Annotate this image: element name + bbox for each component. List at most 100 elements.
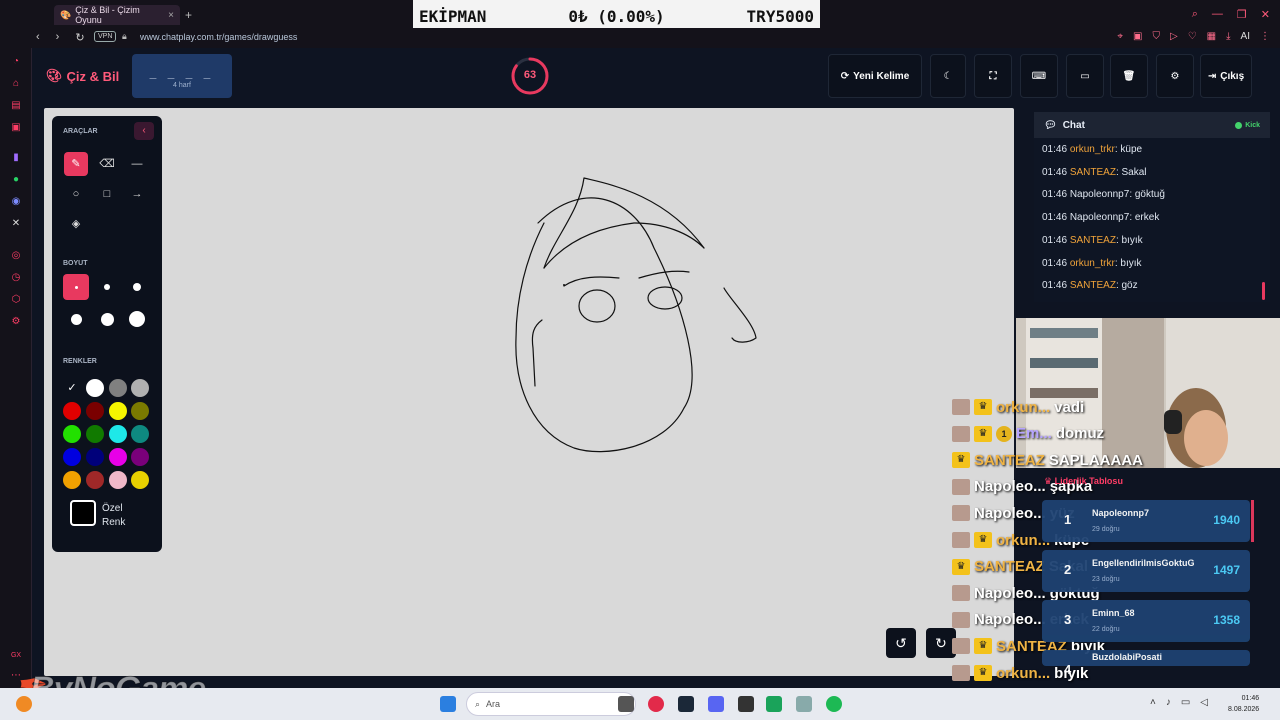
size-option-2[interactable] xyxy=(94,274,120,300)
archive-button[interactable]: ▭ xyxy=(1066,54,1104,98)
app-logo[interactable]: 🎨︎ Çiz & Bil xyxy=(46,68,119,84)
color-swatch[interactable] xyxy=(63,425,81,443)
history-icon[interactable]: ◔ xyxy=(10,56,22,68)
minimize-icon[interactable]: — xyxy=(1212,8,1223,21)
circle-tool[interactable]: ○ xyxy=(64,182,88,206)
size-option-1[interactable] xyxy=(63,274,89,300)
pin-icon[interactable]: ⌖ xyxy=(1117,31,1123,42)
brush-tool[interactable]: ✎ xyxy=(64,152,88,176)
new-word-button[interactable]: ⟳ Yeni Kelime xyxy=(828,54,922,98)
app-icon[interactable] xyxy=(766,696,782,712)
message-user[interactable]: SANTEAZ xyxy=(1070,235,1116,246)
spotify-icon[interactable] xyxy=(826,696,842,712)
mic-icon[interactable]: ♪ xyxy=(1166,697,1171,708)
chevron-up-icon[interactable]: ˄ xyxy=(1150,697,1156,708)
taskbar-search[interactable]: ⌕ Ara xyxy=(466,692,636,716)
weather-icon[interactable] xyxy=(16,696,32,712)
opera-gx-icon[interactable] xyxy=(648,696,664,712)
color-swatch[interactable] xyxy=(109,471,127,489)
color-swatch[interactable] xyxy=(63,402,81,420)
eraser-tool[interactable]: ⌫ xyxy=(95,152,119,176)
clock-icon[interactable]: ◷ xyxy=(10,272,22,284)
exit-button[interactable]: ⇥ Çıkış xyxy=(1200,54,1252,98)
message-user[interactable]: SANTEAZ xyxy=(1070,167,1116,178)
color-swatch[interactable] xyxy=(109,425,127,443)
message-user[interactable]: orkun_trkr xyxy=(1070,258,1115,269)
size-option-6[interactable] xyxy=(124,306,150,332)
color-swatch[interactable] xyxy=(63,471,81,489)
menu-icon[interactable]: ⋮ xyxy=(1260,31,1270,42)
color-swatch[interactable] xyxy=(109,448,127,466)
message-user[interactable]: Napoleonnp7 xyxy=(1070,212,1130,223)
fullscreen-button[interactable]: ⛶ xyxy=(974,54,1012,98)
settings-icon[interactable]: ⚙ xyxy=(10,316,22,328)
color-swatch[interactable] xyxy=(131,425,149,443)
task-view-icon[interactable] xyxy=(618,696,634,712)
maximize-icon[interactable]: ❐ xyxy=(1237,8,1247,21)
rectangle-tool[interactable]: □ xyxy=(95,182,119,206)
search-icon[interactable]: ⌕ xyxy=(1192,8,1198,21)
box-icon[interactable]: ⬡ xyxy=(10,294,22,306)
undo-button[interactable]: ↺ xyxy=(886,628,916,658)
custom-color-swatch[interactable] xyxy=(70,500,96,526)
color-swatch[interactable] xyxy=(63,448,81,466)
mail-icon[interactable]: ▣ xyxy=(10,122,22,134)
x-icon[interactable]: ✕ xyxy=(10,218,22,230)
drawing-canvas[interactable] xyxy=(44,108,1014,676)
keyboard-button[interactable]: ⌨ xyxy=(1020,54,1058,98)
settings-button[interactable]: ⚙ xyxy=(1156,54,1194,98)
play-icon[interactable]: ▷ xyxy=(1170,31,1178,42)
music-icon[interactable]: ◎ xyxy=(10,250,22,262)
size-option-5[interactable] xyxy=(94,306,120,332)
color-swatch[interactable]: ✓ xyxy=(63,379,81,397)
new-tab-button[interactable]: + xyxy=(185,8,192,22)
color-swatch[interactable] xyxy=(109,402,127,420)
profile-icon[interactable]: ▦ xyxy=(1207,31,1216,42)
monitor-icon[interactable]: ▭ xyxy=(1181,697,1190,708)
settings-taskbar-icon[interactable] xyxy=(796,696,812,712)
color-swatch[interactable] xyxy=(86,425,104,443)
bag-icon[interactable]: ⌂ xyxy=(10,78,22,90)
size-option-3[interactable] xyxy=(124,274,150,300)
arrow-tool[interactable]: → xyxy=(125,182,149,206)
url-field[interactable]: www.chatplay.com.tr/games/drawguess xyxy=(140,32,297,42)
shield-icon[interactable]: ⛉ xyxy=(1153,31,1161,42)
close-tab-icon[interactable]: × xyxy=(168,10,174,21)
color-swatch[interactable] xyxy=(131,448,149,466)
gx-icon[interactable]: GX xyxy=(10,650,22,662)
color-swatch[interactable] xyxy=(131,471,149,489)
size-option-4[interactable] xyxy=(63,306,89,332)
heart-icon[interactable]: ♡ xyxy=(1188,31,1197,42)
vpn-badge[interactable]: VPN xyxy=(94,31,117,42)
message-user[interactable]: Napoleonnp7 xyxy=(1070,189,1130,200)
twitch-icon[interactable]: ▮ xyxy=(10,152,22,164)
ai-button[interactable]: AI xyxy=(1241,31,1250,42)
chat-scrollbar[interactable] xyxy=(1262,282,1265,300)
discord-taskbar-icon[interactable] xyxy=(708,696,724,712)
color-swatch[interactable] xyxy=(86,471,104,489)
message-user[interactable]: SANTEAZ xyxy=(1070,280,1116,291)
delete-button[interactable]: 🗑︎ xyxy=(1110,54,1148,98)
volume-icon[interactable]: ◁ xyxy=(1200,697,1208,708)
discord-icon[interactable]: ◉ xyxy=(10,196,22,208)
close-window-icon[interactable]: ✕ xyxy=(1261,8,1270,21)
taskbar-clock[interactable]: 01:46 8.08.2026 xyxy=(1228,693,1259,715)
color-swatch[interactable] xyxy=(86,448,104,466)
color-swatch[interactable] xyxy=(86,379,104,397)
forward-icon[interactable]: › xyxy=(56,31,60,44)
whatsapp-icon[interactable]: ● xyxy=(10,174,22,186)
color-swatch[interactable] xyxy=(109,379,127,397)
message-user[interactable]: orkun_trkr xyxy=(1070,144,1115,155)
steam-icon[interactable] xyxy=(678,696,694,712)
browser-tab[interactable]: 🎨 Çiz & Bil - Çizim Oyunu × xyxy=(54,5,180,25)
download-icon[interactable]: ⤓ xyxy=(1226,31,1230,42)
fill-tool[interactable]: ◈ xyxy=(64,212,88,236)
color-swatch[interactable] xyxy=(131,379,149,397)
collapse-panel-button[interactable]: ‹ xyxy=(134,122,154,140)
color-swatch[interactable] xyxy=(86,402,104,420)
reload-icon[interactable]: ↻ xyxy=(75,31,84,44)
line-tool[interactable]: — xyxy=(125,152,149,176)
camera-icon[interactable]: ▣ xyxy=(1133,31,1142,42)
windows-start-icon[interactable] xyxy=(440,696,456,712)
dark-mode-button[interactable]: ☾ xyxy=(930,54,966,98)
